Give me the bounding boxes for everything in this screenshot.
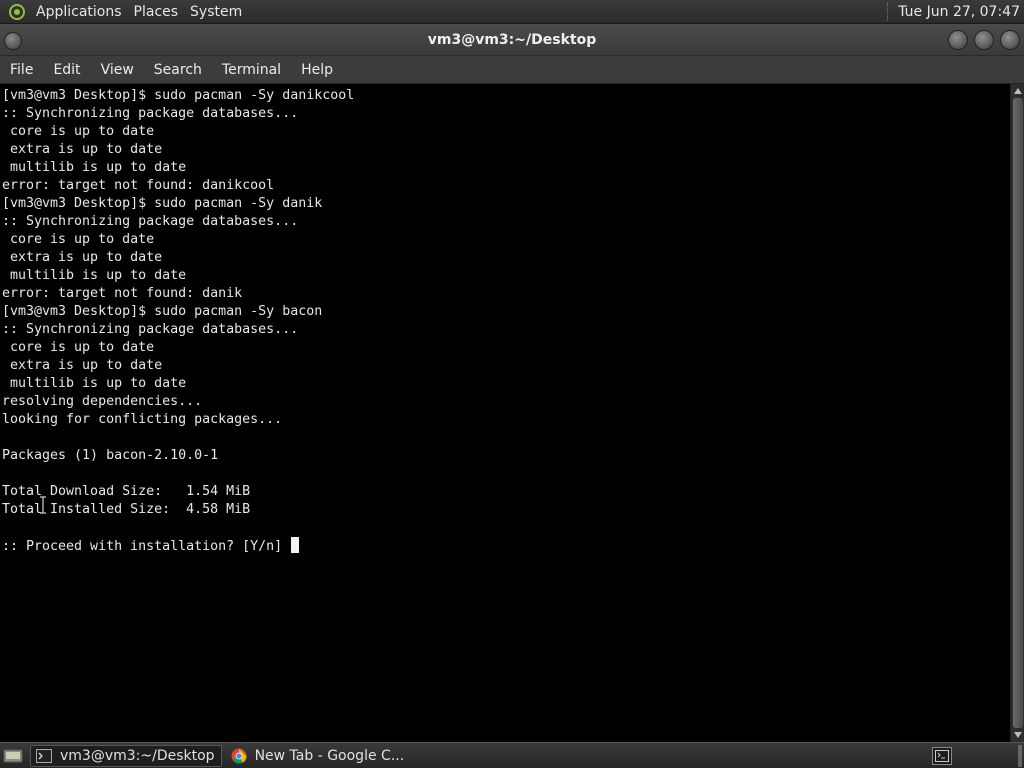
menu-file[interactable]: File [0,62,43,78]
terminal-line: core is up to date [2,340,155,355]
distro-logo-icon[interactable] [8,3,26,21]
applications-menu[interactable]: Applications [32,4,130,20]
system-tray [932,744,1024,767]
terminal-line: extra is up to date [2,358,163,373]
terminal-scrollbar[interactable] [1010,84,1024,742]
terminal-line: core is up to date [2,124,155,139]
terminal-line: [vm3@vm3 Desktop]$ sudo pacman -Sy danik [2,196,323,211]
terminal-line: Total Installed Size: 4.58 MiB [2,502,251,517]
window-title: vm3@vm3:~/Desktop [427,31,597,48]
terminal-line: [vm3@vm3 Desktop]$ sudo pacman -Sy bacon [2,304,323,319]
terminal-line: [vm3@vm3 Desktop]$ sudo pacman -Sy danik… [2,88,355,103]
terminal-line: extra is up to date [2,250,163,265]
terminal-line: multilib is up to date [2,268,187,283]
window-titlebar[interactable]: vm3@vm3:~/Desktop [0,24,1024,56]
text-cursor [291,537,300,553]
minimize-icon[interactable] [948,30,968,50]
maximize-icon[interactable] [974,30,994,50]
task-label: New Tab - Google C... [254,747,405,764]
scroll-thumb[interactable] [1013,98,1023,728]
terminal-line: :: Synchronizing package databases... [2,214,299,229]
menu-terminal[interactable]: Terminal [212,62,291,78]
task-terminal[interactable]: vm3@vm3:~/Desktop [30,744,222,767]
top-panel: Applications Places System Tue Jun 27, 0… [0,0,1024,24]
places-menu[interactable]: Places [130,4,187,20]
menu-view[interactable]: View [91,62,144,78]
terminal-output[interactable]: [vm3@vm3 Desktop]$ sudo pacman -Sy danik… [0,84,1010,742]
terminal-line: Total Download Size: 1.54 MiB [2,484,251,499]
terminal-line: core is up to date [2,232,155,247]
terminal-line: error: target not found: danikcool [2,178,275,193]
prompt-text: :: Proceed with installation? [Y/n] [2,539,291,554]
terminal-line: :: Synchronizing package databases... [2,106,299,121]
terminal-icon [35,748,53,764]
terminal-line: resolving dependencies... [2,394,203,409]
terminal-line: Packages (1) bacon-2.10.0-1 [2,448,219,463]
terminal-line: multilib is up to date [2,160,187,175]
task-chrome[interactable]: New Tab - Google C... [226,745,411,767]
show-desktop-icon[interactable] [2,747,24,765]
chrome-icon [230,748,248,764]
terminal-line: multilib is up to date [2,376,187,391]
taskbar: vm3@vm3:~/Desktop New Tab - Google C... [0,742,1024,768]
panel-separator [887,2,890,21]
panel-right: Tue Jun 27, 07:47 [887,2,1024,21]
task-label: vm3@vm3:~/Desktop [60,747,215,764]
system-menu[interactable]: System [186,4,250,20]
tray-separator [1018,744,1022,767]
workspace-terminal-icon[interactable] [932,746,952,765]
menu-search[interactable]: Search [144,62,212,78]
ibeam-cursor-icon [40,496,46,514]
terminal-line: :: Synchronizing package databases... [2,322,299,337]
menu-help[interactable]: Help [291,62,343,78]
terminal-line: error: target not found: danik [2,286,243,301]
clock[interactable]: Tue Jun 27, 07:47 [898,4,1020,20]
menu-edit[interactable]: Edit [43,62,90,78]
close-icon[interactable] [1000,30,1020,50]
scroll-up-arrow-icon[interactable] [1013,86,1023,96]
terminal-line: extra is up to date [2,142,163,157]
menubar: File Edit View Search Terminal Help [0,56,1024,84]
terminal-prompt-line[interactable]: :: Proceed with installation? [Y/n] [2,537,1010,555]
window-menu-icon[interactable] [4,32,22,50]
scroll-down-arrow-icon[interactable] [1013,730,1023,740]
terminal-line: looking for conflicting packages... [2,412,283,427]
window-controls [948,30,1020,50]
